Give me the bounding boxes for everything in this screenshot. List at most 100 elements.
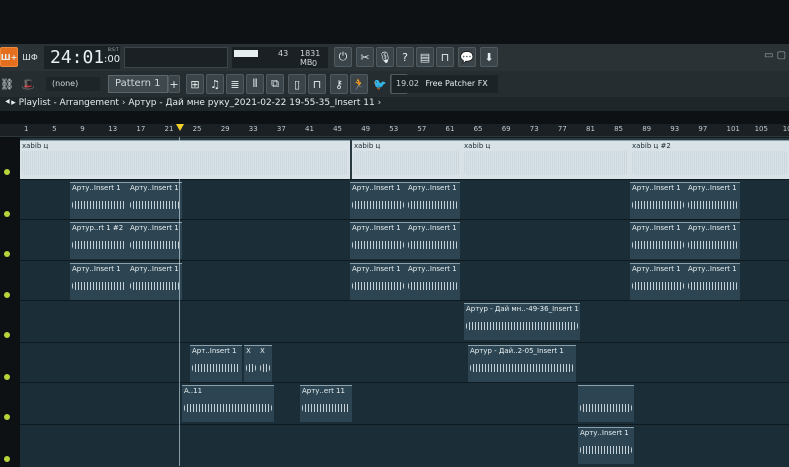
audio-clip[interactable]: Артур - Дай..2-05_Insert 1 xyxy=(468,345,576,382)
audio-clip[interactable]: Арту..Insert 1 xyxy=(350,222,406,259)
plugin-button[interactable]: ⊓ xyxy=(436,47,454,67)
audio-clip[interactable]: X xyxy=(244,345,258,382)
track-mute-indicator[interactable] xyxy=(4,332,10,338)
audio-clip[interactable]: Арту..Insert 1 xyxy=(406,222,460,259)
song-position-panel[interactable] xyxy=(124,47,228,68)
clip-label: Арту..Insert 1 xyxy=(72,184,121,192)
audio-clip[interactable]: Арту..Insert 1 xyxy=(630,222,686,259)
track-lane[interactable]: Арту..Insert 1 xyxy=(20,424,789,467)
audio-clip[interactable]: Арту..Insert 1 xyxy=(630,263,686,300)
audio-clip[interactable]: xabib ц xyxy=(462,140,630,179)
track-lane[interactable]: Арт..Insert 1 X X Артур - Дай..2-05_Insert … xyxy=(20,342,789,383)
chat-icon: 💬 xyxy=(460,50,474,64)
metronome-button[interactable]: ⏻ xyxy=(334,47,352,67)
waveform xyxy=(688,201,738,209)
audio-clip[interactable]: Арту..Insert 1 xyxy=(630,182,686,219)
track-lane[interactable]: Арту..Insert 1 Арту..Insert 1 Арту..Insert… xyxy=(20,260,789,301)
add-pattern-button[interactable]: + xyxy=(168,75,180,93)
audio-clip[interactable]: Арту..Insert 1 xyxy=(128,222,182,259)
timeline-ruler[interactable]: 1 5 9 13 17 21 25 29 33 37 41 45 49 53 57 61 65 69 73 77 81 8… xyxy=(0,124,789,137)
track-lane[interactable]: xabib ц xabib ц xabib ц xabib ц #2 xyxy=(20,137,789,180)
track-mute-indicator[interactable] xyxy=(4,251,10,257)
audio-clip[interactable]: Арту..Insert 1 xyxy=(70,263,128,300)
playlist-button[interactable]: ⊞ xyxy=(186,74,204,94)
ruler-mark: 13 xyxy=(108,125,118,133)
waveform xyxy=(302,404,350,412)
audio-clip[interactable]: Арту..Insert 1 xyxy=(578,427,634,464)
link-button[interactable]: ⛓ xyxy=(0,74,14,94)
fl-menu-button[interactable]: Ш+ xyxy=(0,47,18,67)
mic-icon: 🎙 xyxy=(378,50,392,64)
audio-clip[interactable]: Артур..rt 1 #2 xyxy=(70,222,128,259)
audio-clip[interactable]: xabib ц xyxy=(20,140,350,179)
track-mute-indicator[interactable] xyxy=(4,211,10,217)
track-lane[interactable]: Арту..Insert 1 Арту..Insert 1 Арту..Insert… xyxy=(20,179,789,220)
record-button[interactable]: 🎙 xyxy=(376,47,394,67)
audio-clip[interactable]: X xyxy=(258,345,272,382)
audio-clip[interactable]: Арту..Insert 1 xyxy=(686,182,740,219)
browser-button[interactable]: ⧉ xyxy=(266,74,284,94)
save-button[interactable]: ▤ xyxy=(416,47,434,67)
user-button[interactable]: 🏃 xyxy=(350,74,368,94)
mixer-button[interactable]: ⫴ xyxy=(246,74,264,94)
ruler-mark: 5 xyxy=(52,125,57,133)
clip-label: Арту..Insert 1 xyxy=(130,265,179,273)
help-button[interactable]: ? xyxy=(396,47,414,67)
piano-roll-button[interactable]: ♫ xyxy=(206,74,224,94)
clip-label: Арту..Insert 1 xyxy=(632,224,681,232)
hat-button[interactable]: 🎩 xyxy=(20,74,36,94)
audio-clip[interactable] xyxy=(578,385,634,422)
clip-label: Артур - Дай..2-05_Insert 1 xyxy=(470,347,564,355)
audio-clip[interactable]: Арту..Insert 1 xyxy=(406,182,460,219)
clip-label: Арту..Insert 1 xyxy=(352,265,401,273)
audio-clip[interactable]: Артур - Дай мн..-49-36_Insert 1 xyxy=(464,303,580,340)
time-display[interactable]: 24:01 :00 B:S:T xyxy=(44,46,120,69)
ruler-mark: 85 xyxy=(614,125,624,133)
track-mute-indicator[interactable] xyxy=(4,169,10,175)
ruler-mark: 61 xyxy=(445,125,455,133)
cut-button[interactable]: ✂ xyxy=(356,47,374,67)
window-controls[interactable]: ▭ ▢ xyxy=(764,50,789,62)
audio-clip[interactable]: Арту..Insert 1 xyxy=(350,263,406,300)
plugin-db-button[interactable]: ⊓ xyxy=(308,74,326,94)
snap-icon[interactable]: ⯇▸ xyxy=(4,98,16,108)
audio-clip[interactable]: Арту..Insert 1 xyxy=(128,263,182,300)
track-lane[interactable]: A..11 Арту..ert 11 xyxy=(20,382,789,425)
bird-button[interactable]: 🐦 xyxy=(372,74,388,94)
audio-clip[interactable]: Арту..Insert 1 xyxy=(128,182,182,219)
waveform xyxy=(130,282,180,290)
arrangement-select[interactable]: (none) xyxy=(46,77,100,91)
waveform xyxy=(352,282,404,290)
track-mute-indicator[interactable] xyxy=(4,374,10,380)
clip-label: Арту..Insert 1 xyxy=(130,224,179,232)
scissors-icon: ✂ xyxy=(360,50,370,64)
track-mute-indicator[interactable] xyxy=(4,292,10,298)
ruler-mark: 29 xyxy=(220,125,230,133)
waveform xyxy=(466,322,578,330)
hat-icon: 🎩 xyxy=(21,77,35,91)
track-lane[interactable]: Артур - Дай мн..-49-36_Insert 1 xyxy=(20,300,789,343)
audio-clip[interactable]: Арту..ert 11 xyxy=(300,385,352,422)
audio-clip[interactable]: Арт..Insert 1 xyxy=(190,345,242,382)
chat-button[interactable]: 💬 xyxy=(458,47,476,67)
audio-clip[interactable]: Арту..Insert 1 xyxy=(70,182,128,219)
audio-clip[interactable]: A..11 xyxy=(182,385,274,422)
rack-icon: ≣ xyxy=(230,77,240,91)
track-mute-indicator[interactable] xyxy=(4,456,10,462)
track-lane[interactable]: Артур..rt 1 #2 Арту..Insert 1 Арту..Insert… xyxy=(20,219,789,261)
pattern-select[interactable]: Pattern 1 xyxy=(108,75,168,93)
audio-clip[interactable]: Арту..Insert 1 xyxy=(406,263,460,300)
audio-clip[interactable]: xabib ц #2 xyxy=(630,140,789,179)
audio-clip[interactable]: xabib ц xyxy=(352,140,462,179)
mode-button[interactable]: ШФ xyxy=(20,47,40,67)
waveform xyxy=(130,201,180,209)
track-mute-indicator[interactable] xyxy=(4,414,10,420)
audio-clip[interactable]: Арту..Insert 1 xyxy=(686,222,740,259)
audio-clip[interactable]: Арту..Insert 1 xyxy=(686,263,740,300)
download-button[interactable]: ⬇ xyxy=(480,47,498,67)
audio-clip[interactable]: Арту..Insert 1 xyxy=(350,182,406,219)
playhead-marker[interactable] xyxy=(176,124,184,131)
file-button[interactable]: ▯ xyxy=(288,74,306,94)
tools-button[interactable]: ⚷ xyxy=(330,74,348,94)
channel-rack-button[interactable]: ≣ xyxy=(226,74,244,94)
